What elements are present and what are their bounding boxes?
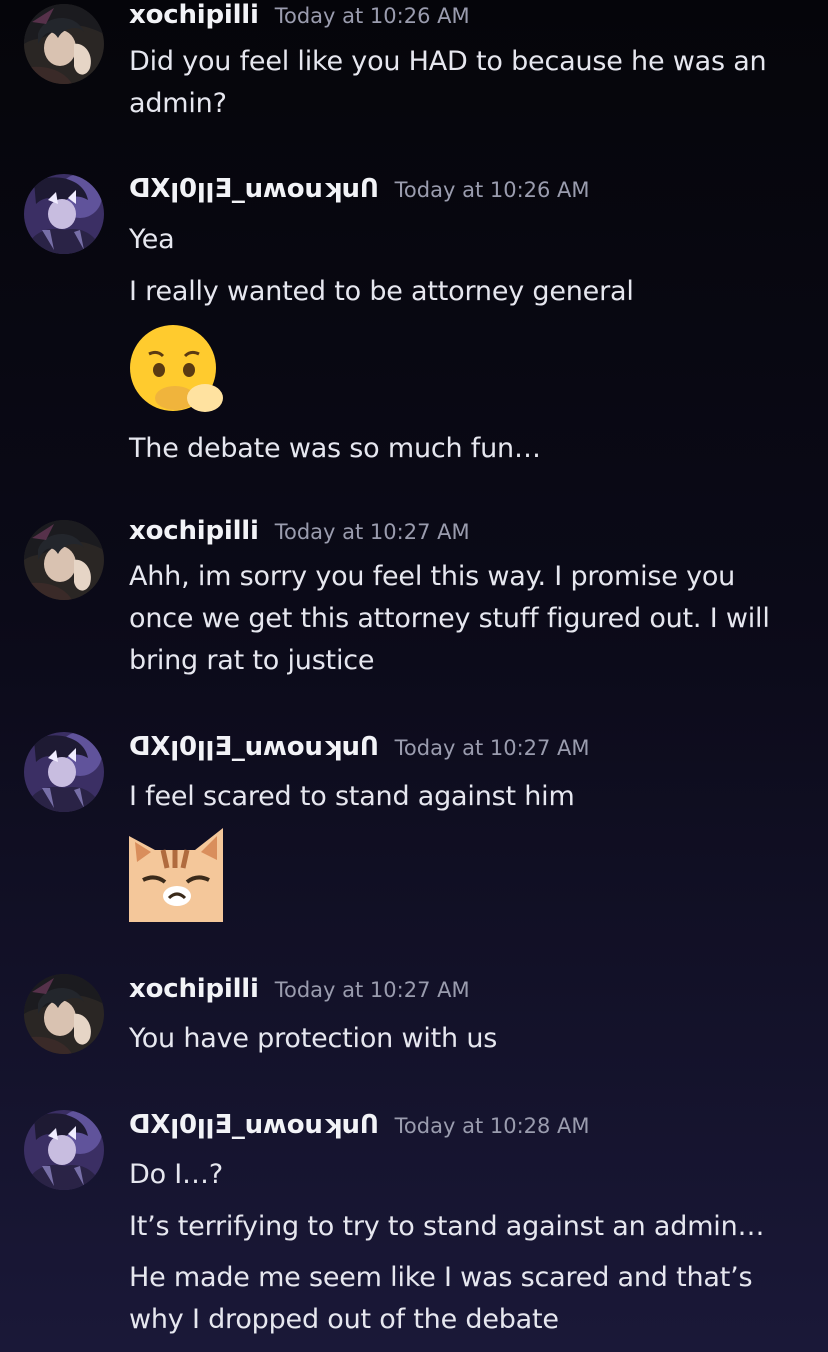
message-text: I feel scared to stand against him <box>129 781 575 812</box>
message-text: once we get this attorney stuff figured … <box>129 603 770 634</box>
timestamp: Today at 10:27 AM <box>274 978 470 1002</box>
message-text: Did you feel like you HAD to because he … <box>129 46 767 77</box>
avatar[interactable] <box>24 974 104 1054</box>
avatar-purple-icon <box>24 1110 104 1190</box>
username[interactable]: ᗡXꞁ0ꞁꞁƎ_uʍouʞuՈ <box>129 174 379 204</box>
avatar[interactable] <box>24 1110 104 1190</box>
avatar[interactable] <box>24 4 104 84</box>
avatar[interactable] <box>24 732 104 812</box>
avatar-purple-icon <box>24 732 104 812</box>
timestamp: Today at 10:27 AM <box>274 520 470 544</box>
username[interactable]: xochipilli <box>129 0 259 30</box>
message-text: why I dropped out of the debate <box>129 1304 559 1335</box>
message-text: admin? <box>129 88 227 119</box>
message-text: bring rat to justice <box>129 645 375 676</box>
username[interactable]: xochipilli <box>129 516 259 546</box>
timestamp: Today at 10:27 AM <box>394 736 590 760</box>
message-text: Yea <box>129 224 175 255</box>
grumpy-cat-emoji-icon[interactable] <box>129 828 225 922</box>
avatar-dark-hair-icon <box>24 4 104 84</box>
message-text: He made me seem like I was scared and th… <box>129 1262 753 1293</box>
avatar-dark-hair-icon <box>24 520 104 600</box>
username[interactable]: ᗡXꞁ0ꞁꞁƎ_uʍouʞuՈ <box>129 1110 379 1140</box>
message-text: I really wanted to be attorney general <box>129 276 634 307</box>
timestamp: Today at 10:26 AM <box>274 4 470 28</box>
message-text: The debate was so much fun… <box>129 433 541 464</box>
avatar[interactable] <box>24 520 104 600</box>
username[interactable]: ᗡXꞁ0ꞁꞁƎ_uʍouʞuՈ <box>129 732 379 762</box>
avatar-dark-hair-icon <box>24 974 104 1054</box>
username[interactable]: xochipilli <box>129 974 259 1004</box>
timestamp: Today at 10:26 AM <box>394 178 590 202</box>
timestamp: Today at 10:28 AM <box>394 1114 590 1138</box>
message-text: Ahh, im sorry you feel this way. I promi… <box>129 561 736 592</box>
pleading-hands-emoji-icon[interactable] <box>129 324 225 416</box>
avatar[interactable] <box>24 174 104 254</box>
message-text: It’s terrifying to try to stand against … <box>129 1211 765 1242</box>
avatar-purple-icon <box>24 174 104 254</box>
message-text: Do I…? <box>129 1159 223 1190</box>
message-text: You have protection with us <box>129 1023 498 1054</box>
